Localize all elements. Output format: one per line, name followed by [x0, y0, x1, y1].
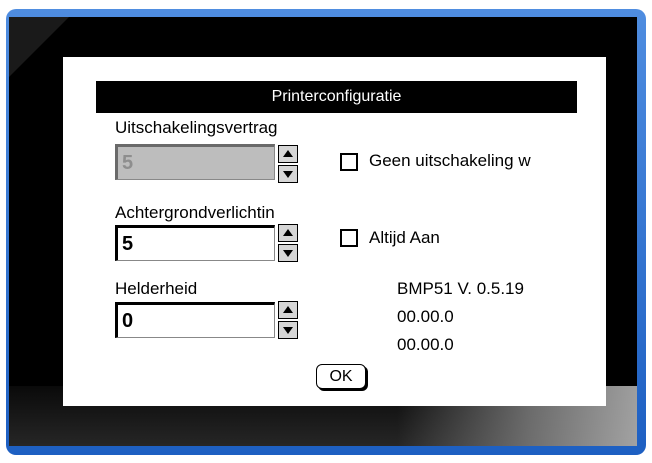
brightness-input[interactable]: 0: [115, 302, 275, 338]
decrement-icon[interactable]: [278, 321, 298, 339]
shutdown-delay-stepper[interactable]: [278, 145, 298, 183]
no-shutdown-label: Geen uitschakeling w: [369, 151, 531, 170]
increment-icon[interactable]: [278, 145, 298, 163]
always-on-checkbox[interactable]: [340, 229, 358, 247]
ok-button[interactable]: OK: [316, 364, 366, 389]
dialog-printer-config: Printerconfiguratie Uitschakelingsvertra…: [63, 57, 606, 406]
always-on-label: Altijd Aan: [369, 228, 440, 247]
backlight-stepper[interactable]: [278, 224, 298, 262]
lcd-screen: Printerconfiguratie Uitschakelingsvertra…: [9, 17, 637, 446]
info-line-2: 00.00.0: [397, 307, 454, 326]
backlight-label: Achtergrondverlichtin: [115, 203, 275, 222]
dialog-title: Printerconfiguratie: [96, 81, 577, 113]
increment-icon[interactable]: [278, 224, 298, 242]
brightness-stepper[interactable]: [278, 301, 298, 339]
increment-icon[interactable]: [278, 301, 298, 319]
decrement-icon[interactable]: [278, 165, 298, 183]
brightness-label: Helderheid: [115, 279, 198, 298]
bezel-corner-shading: [9, 17, 69, 77]
info-line-3: 00.00.0: [397, 335, 454, 354]
decrement-icon[interactable]: [278, 244, 298, 262]
backlight-input[interactable]: 5: [115, 225, 275, 261]
shutdown-delay-label: Uitschakelingsvertrag: [115, 118, 278, 137]
firmware-version: BMP51 V. 0.5.19: [397, 279, 524, 298]
no-shutdown-checkbox[interactable]: [340, 153, 358, 171]
device-frame: Printerconfiguratie Uitschakelingsvertra…: [0, 0, 652, 463]
shutdown-delay-input[interactable]: 5: [115, 144, 275, 180]
